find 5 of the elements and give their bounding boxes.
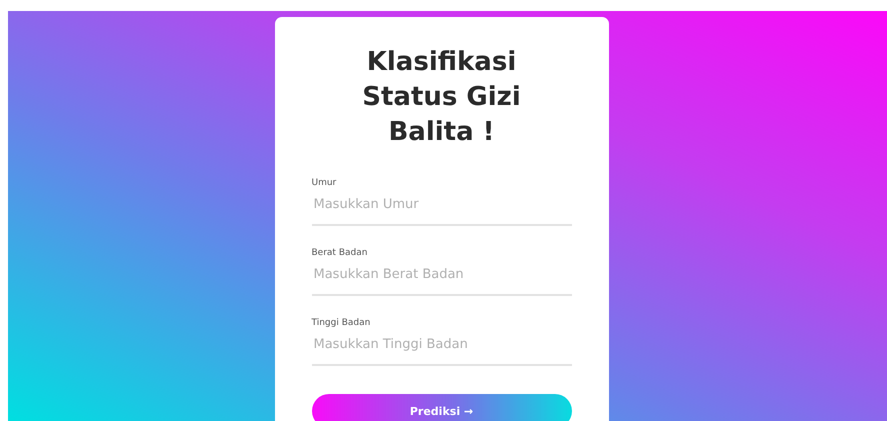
field-label: Berat Badan — [312, 248, 368, 258]
field-label: Umur — [312, 178, 336, 188]
field-label: Tinggi Badan — [312, 318, 370, 328]
predict-button[interactable]: Prediksi → — [312, 394, 572, 421]
form-title: Klasifikasi Status Gizi Balita ! — [361, 46, 522, 149]
